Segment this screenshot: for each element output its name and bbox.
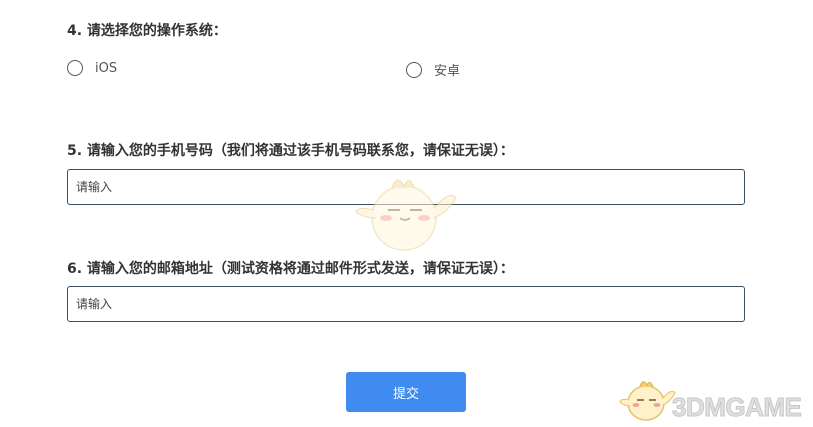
question-5-title: 5. 请输入您的手机号码（我们将通过该手机号码联系您，请保证无误）：	[67, 143, 514, 159]
radio-android-circle[interactable]	[406, 61, 422, 78]
radio-option-android[interactable]: 安卓	[406, 60, 460, 79]
radio-ios-label: iOS	[95, 60, 118, 76]
email-input[interactable]	[67, 286, 745, 322]
radio-android-label: 安卓	[434, 64, 461, 79]
radio-ios-circle[interactable]	[67, 60, 83, 76]
phone-number-input[interactable]	[67, 169, 745, 205]
radio-option-ios[interactable]: iOS	[67, 60, 117, 76]
question-6-title: 6. 请输入您的邮箱地址（测试资格将通过邮件形式发送，请保证无误）：	[67, 261, 514, 277]
submit-button[interactable]: 提交	[346, 372, 466, 412]
logo-mascot-icon	[619, 381, 676, 421]
question-4-title: 4. 请选择您的操作系统：	[67, 23, 227, 39]
watermark-logo-text: 3DMGAME	[671, 392, 802, 423]
